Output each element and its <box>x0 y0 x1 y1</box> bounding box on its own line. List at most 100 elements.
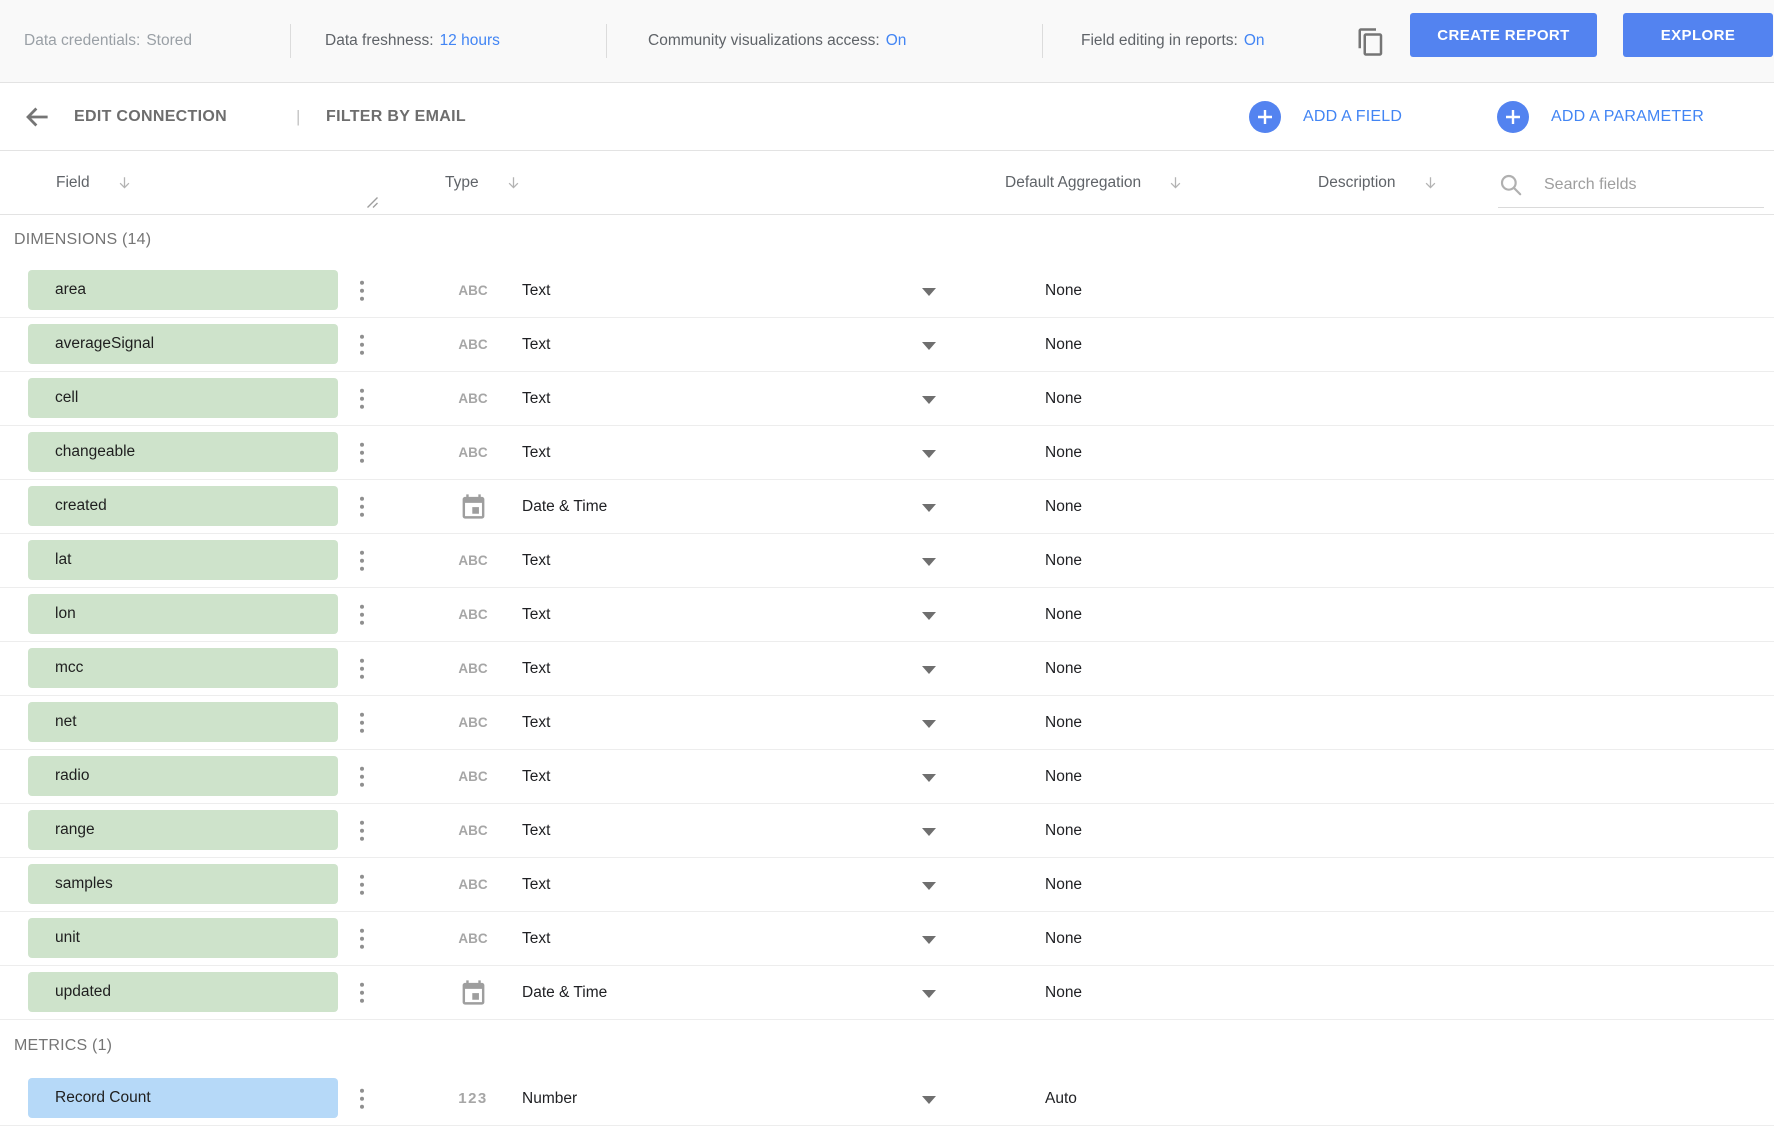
field-type-select[interactable] <box>445 804 945 857</box>
default-aggregation-value[interactable]: None <box>1045 858 1082 911</box>
default-aggregation-value[interactable]: None <box>1045 426 1082 479</box>
field-type-label: Text <box>522 588 550 641</box>
field-type-select[interactable] <box>445 912 945 965</box>
field-name-chip[interactable]: averageSignal <box>28 324 338 364</box>
type-dropdown-arrow-icon[interactable] <box>922 288 936 296</box>
field-options-menu-icon[interactable] <box>352 656 372 681</box>
field-name-chip[interactable]: range <box>28 810 338 850</box>
add-a-parameter-button[interactable]: ADD A PARAMETER <box>1497 83 1704 150</box>
field-options-menu-icon[interactable] <box>352 926 372 951</box>
community-visualizations-status[interactable]: Community visualizations access: On <box>648 0 906 82</box>
field-name-chip[interactable]: updated <box>28 972 338 1012</box>
field-options-menu-icon[interactable] <box>352 332 372 357</box>
field-editing-status[interactable]: Field editing in reports: On <box>1081 0 1265 82</box>
field-type-select[interactable] <box>445 318 945 371</box>
default-aggregation-value[interactable]: None <box>1045 966 1082 1019</box>
type-dropdown-arrow-icon[interactable] <box>922 720 936 728</box>
column-header-field[interactable]: Field <box>56 151 133 214</box>
field-name-chip[interactable]: radio <box>28 756 338 796</box>
field-type-select[interactable] <box>445 858 945 911</box>
type-dropdown-arrow-icon[interactable] <box>922 774 936 782</box>
field-type-select[interactable] <box>445 480 945 533</box>
type-dropdown-arrow-icon[interactable] <box>922 612 936 620</box>
type-dropdown-arrow-icon[interactable] <box>922 666 936 674</box>
field-name-chip[interactable]: samples <box>28 864 338 904</box>
column-header-type[interactable]: Type <box>445 151 522 214</box>
field-type-icon-wrap: ABC 123 <box>445 642 501 695</box>
field-options-menu-icon[interactable] <box>352 386 372 411</box>
field-options-menu-icon[interactable] <box>352 764 372 789</box>
field-type-select[interactable] <box>445 372 945 425</box>
field-type-select[interactable] <box>445 534 945 587</box>
field-options-menu-icon[interactable] <box>352 440 372 465</box>
explore-button[interactable]: EXPLORE <box>1623 13 1773 57</box>
default-aggregation-value[interactable]: None <box>1045 696 1082 749</box>
field-name-chip[interactable]: unit <box>28 918 338 958</box>
type-dropdown-arrow-icon[interactable] <box>922 504 936 512</box>
field-type-select[interactable] <box>445 264 945 317</box>
field-type-select[interactable] <box>445 426 945 479</box>
type-dropdown-arrow-icon[interactable] <box>922 396 936 404</box>
field-name-chip[interactable]: created <box>28 486 338 526</box>
field-options-menu-icon[interactable] <box>352 818 372 843</box>
field-options-menu-icon[interactable] <box>352 1086 372 1111</box>
data-credentials-status[interactable]: Data credentials: Stored <box>24 0 192 82</box>
default-aggregation-value[interactable]: None <box>1045 804 1082 857</box>
default-aggregation-value[interactable]: None <box>1045 750 1082 803</box>
back-button[interactable] <box>22 83 52 150</box>
field-row: updated ABC 123 Date & Time None <box>0 966 1774 1020</box>
add-a-field-button[interactable]: ADD A FIELD <box>1249 83 1402 150</box>
type-dropdown-arrow-icon[interactable] <box>922 450 936 458</box>
field-name-chip[interactable]: Record Count <box>28 1078 338 1118</box>
field-name-chip[interactable]: mcc <box>28 648 338 688</box>
field-type-select[interactable] <box>445 588 945 641</box>
field-options-menu-icon[interactable] <box>352 548 372 573</box>
default-aggregation-value[interactable]: None <box>1045 534 1082 587</box>
type-dropdown-arrow-icon[interactable] <box>922 990 936 998</box>
toolbar-separator: | <box>296 83 300 150</box>
field-name-chip[interactable]: lon <box>28 594 338 634</box>
text-type-icon: ABC <box>458 877 487 892</box>
default-aggregation-value[interactable]: None <box>1045 372 1082 425</box>
field-row: area ABC 123 Text None <box>0 264 1774 318</box>
field-options-menu-icon[interactable] <box>352 278 372 303</box>
field-options-menu-icon[interactable] <box>352 710 372 735</box>
default-aggregation-value[interactable]: None <box>1045 642 1082 695</box>
column-header-default-aggregation[interactable]: Default Aggregation <box>1005 151 1184 214</box>
create-report-button[interactable]: CREATE REPORT <box>1410 13 1597 57</box>
field-name-chip[interactable]: net <box>28 702 338 742</box>
metrics-section-label: METRICS (1) <box>0 1020 1774 1072</box>
type-dropdown-arrow-icon[interactable] <box>922 882 936 890</box>
copy-data-source-button[interactable] <box>1352 24 1390 60</box>
default-aggregation-value[interactable]: None <box>1045 912 1082 965</box>
search-fields-input[interactable] <box>1542 175 1736 195</box>
field-options-menu-icon[interactable] <box>352 602 372 627</box>
type-dropdown-arrow-icon[interactable] <box>922 342 936 350</box>
default-aggregation-value[interactable]: None <box>1045 480 1082 533</box>
field-type-select[interactable] <box>445 642 945 695</box>
field-name-chip[interactable]: cell <box>28 378 338 418</box>
field-type-select[interactable] <box>445 750 945 803</box>
field-name-chip[interactable]: area <box>28 270 338 310</box>
filter-by-email-button[interactable]: FILTER BY EMAIL <box>326 83 466 150</box>
field-name-chip[interactable]: changeable <box>28 432 338 472</box>
type-dropdown-arrow-icon[interactable] <box>922 1096 936 1104</box>
field-options-menu-icon[interactable] <box>352 872 372 897</box>
edit-connection-button[interactable]: EDIT CONNECTION <box>74 83 227 150</box>
type-dropdown-arrow-icon[interactable] <box>922 936 936 944</box>
field-name-chip[interactable]: lat <box>28 540 338 580</box>
default-aggregation-value[interactable]: None <box>1045 588 1082 641</box>
field-type-select[interactable] <box>445 966 945 1019</box>
field-type-select[interactable] <box>445 696 945 749</box>
type-dropdown-arrow-icon[interactable] <box>922 828 936 836</box>
column-resize-handle[interactable] <box>365 195 378 213</box>
default-aggregation-value[interactable]: None <box>1045 264 1082 317</box>
field-type-select[interactable] <box>445 1072 945 1125</box>
field-options-menu-icon[interactable] <box>352 494 372 519</box>
data-freshness-status[interactable]: Data freshness: 12 hours <box>325 0 500 82</box>
default-aggregation-value[interactable]: None <box>1045 318 1082 371</box>
column-header-description[interactable]: Description <box>1318 151 1439 214</box>
default-aggregation-value[interactable]: Auto <box>1045 1072 1077 1125</box>
field-options-menu-icon[interactable] <box>352 980 372 1005</box>
type-dropdown-arrow-icon[interactable] <box>922 558 936 566</box>
